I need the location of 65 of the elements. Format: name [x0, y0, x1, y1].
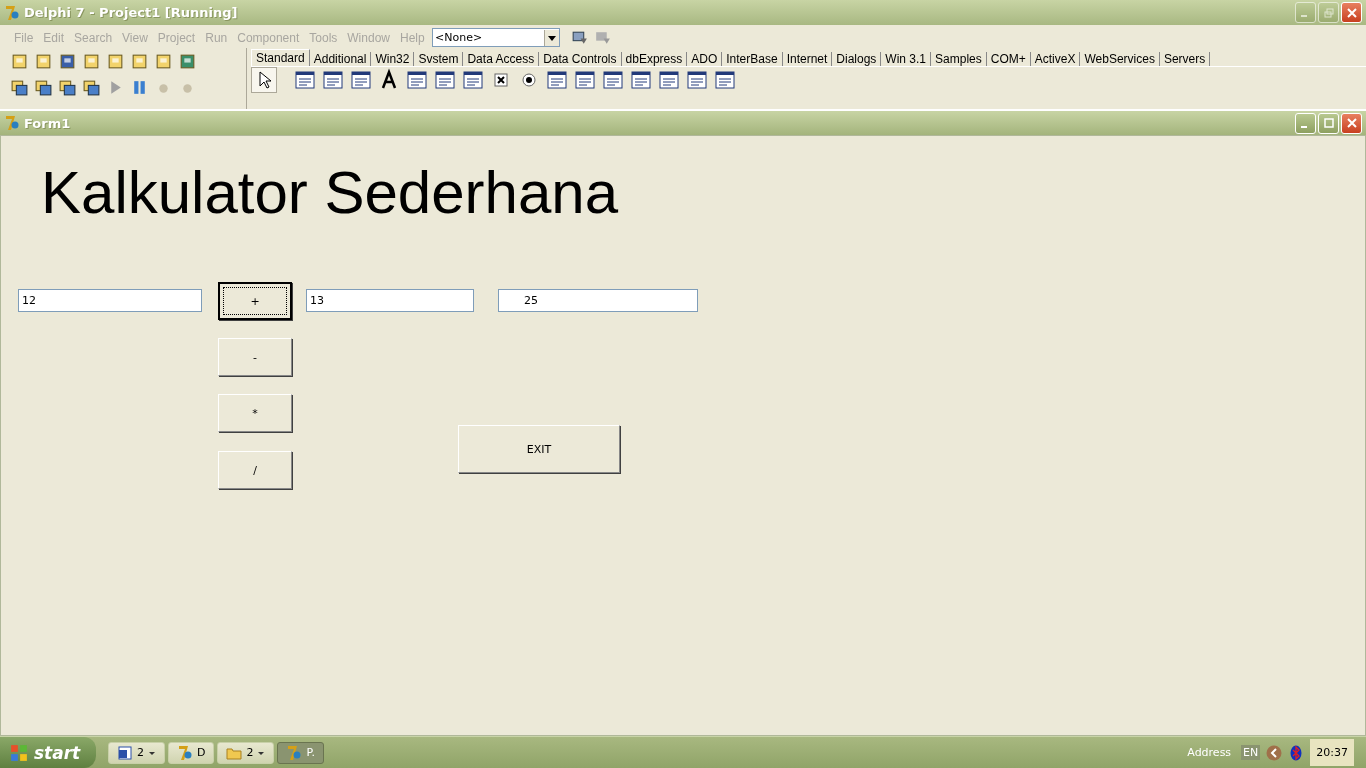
palette-tab[interactable]: WebServices [1080, 52, 1160, 66]
address-label: Address [1187, 746, 1232, 759]
palette-tab[interactable]: Win32 [371, 52, 415, 66]
clock: 20:37 [1310, 739, 1354, 766]
palette-tab[interactable]: Dialogs [832, 52, 882, 66]
result-field[interactable]: 25 [498, 289, 698, 312]
minimize-button[interactable] [1295, 112, 1316, 134]
palette-tab[interactable]: COM+ [986, 52, 1031, 66]
minimize-icon [1301, 15, 1307, 17]
component-icon[interactable] [321, 68, 345, 92]
operator-button[interactable]: / [218, 451, 292, 489]
palette-tab[interactable]: Standard [251, 49, 310, 66]
taskbar-button[interactable]: D [168, 741, 215, 764]
component-icon[interactable] [629, 68, 653, 92]
palette-tab[interactable]: ADO [687, 52, 723, 66]
component-icon[interactable] [573, 68, 597, 92]
close-button[interactable] [1341, 112, 1362, 134]
second-number-field[interactable]: 13 [306, 289, 474, 312]
palette-tab[interactable]: InterBase [722, 52, 783, 66]
exit-button[interactable]: EXIT [458, 425, 620, 473]
palette-tab[interactable]: dbExpress [621, 52, 688, 66]
component-icon[interactable] [713, 68, 737, 92]
taskbar-button[interactable]: 2 [108, 741, 165, 764]
chevron-icon[interactable] [1266, 744, 1283, 761]
restore-icon [1323, 7, 1334, 18]
operator-button[interactable]: * [218, 394, 292, 432]
component-icon[interactable] [433, 68, 457, 92]
palette-tab[interactable]: Servers [1159, 52, 1211, 66]
palette-tab[interactable]: Svstem [414, 52, 464, 66]
close-icon [1346, 7, 1357, 18]
component-icon[interactable] [293, 68, 317, 92]
document-icon [117, 744, 133, 761]
minimize-icon [1301, 125, 1307, 128]
app-icon [286, 744, 303, 761]
calculator-heading: Kalkulator Sederhana [41, 158, 619, 227]
palette-tab[interactable]: ActiveX [1030, 52, 1081, 66]
window-title: Delphi 7 - Project1 [Running] [24, 5, 238, 20]
windows-flag-icon [10, 743, 28, 762]
close-button[interactable] [1341, 2, 1362, 23]
component-icon[interactable] [657, 68, 681, 92]
operator-button[interactable]: + [218, 282, 292, 320]
operator-button[interactable]: - [218, 338, 292, 376]
component-icon[interactable] [685, 68, 709, 92]
form-icon [4, 115, 20, 131]
palette-tab[interactable]: Data Controls [539, 52, 622, 66]
form-title: Form1 [24, 115, 71, 131]
palette-tab[interactable]: Win 3.1 [881, 52, 932, 66]
component-icon[interactable] [461, 68, 485, 92]
component-icon[interactable] [545, 68, 569, 92]
maximize-icon [1323, 118, 1334, 128]
palette-tab[interactable]: Samples [931, 52, 987, 66]
component-icon[interactable] [405, 68, 429, 92]
first-number-field[interactable]: 12 [18, 289, 202, 312]
desktop-combo[interactable]: <None> [432, 28, 560, 47]
component-icon[interactable] [601, 68, 625, 92]
palette-tab[interactable]: Data Access [463, 52, 540, 66]
app-icon [4, 4, 20, 21]
taskbar-button[interactable]: 2 [217, 741, 275, 764]
palette-tab[interactable]: Additional [309, 52, 372, 66]
component-icon[interactable] [349, 68, 373, 92]
pointer-icon[interactable] [251, 67, 277, 93]
app-icon [177, 744, 193, 761]
close-icon [1346, 118, 1357, 128]
palette-tab[interactable]: Internet [782, 52, 833, 66]
maximize-button[interactable] [1318, 112, 1339, 134]
